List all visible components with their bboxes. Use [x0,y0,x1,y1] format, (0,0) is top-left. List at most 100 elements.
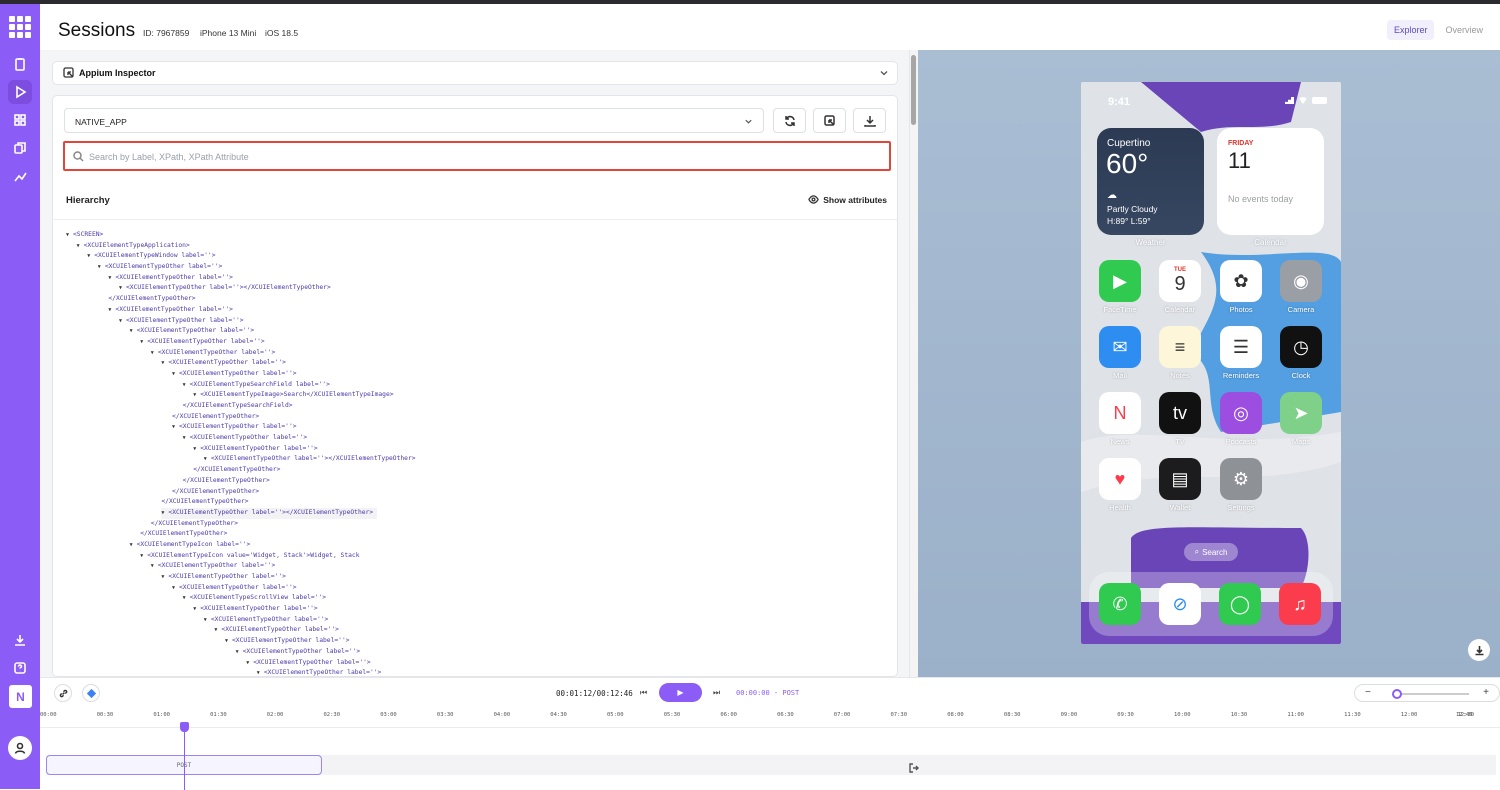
dock-app-messages[interactable]: ◯ [1219,583,1261,625]
tree-node[interactable]: ▼ <XCUIElementTypeOther label=''> [66,647,886,658]
tree-node[interactable]: </XCUIElementTypeOther> [66,519,886,530]
dock-app-safari[interactable]: ⊘ [1159,583,1201,625]
tree-node[interactable]: ▼ <XCUIElementTypeOther label=''> [66,337,886,348]
playhead-handle[interactable] [180,722,189,732]
tree-node[interactable]: ▼ <XCUIElementTypeOther label=''> [66,326,886,337]
tree-node[interactable]: ▼ <XCUIElementTypeOther label=''> [66,572,886,583]
device-screen[interactable]: 9:41 Cupertino 60° ☁ Partly Cloudy H:89°… [1081,82,1341,644]
inspector-selector[interactable]: Appium Inspector [52,61,898,85]
expand-arrow-icon[interactable]: ▼ [172,585,175,591]
tree-node[interactable]: ▼ <XCUIElementTypeSearchField label=''> [66,380,886,391]
tree-node[interactable]: ▼ <XCUIElementTypeOther label=''> [66,369,886,380]
expand-arrow-icon[interactable]: ▼ [87,253,90,259]
tree-node[interactable]: </XCUIElementTypeOther> [66,476,886,487]
tree-node[interactable]: </XCUIElementTypeOther> [66,529,886,540]
expand-arrow-icon[interactable]: ▼ [108,275,111,281]
tree-node[interactable]: </XCUIElementTypeOther> [66,294,886,305]
exit-icon[interactable] [909,760,919,773]
event-filter-button[interactable] [82,684,100,702]
link-button[interactable] [54,684,72,702]
download-screenshot-button[interactable] [1468,639,1490,661]
dock-app-music[interactable]: ♫ [1279,583,1321,625]
tree-node[interactable]: </XCUIElementTypeOther> [66,465,886,476]
app-icon-reminders[interactable]: ☰ [1220,326,1262,368]
tree-node[interactable]: ▼ <XCUIElementTypeOther label=''> [66,625,886,636]
tree-node[interactable]: ▼ <XCUIElementTypeIcon value='Widget, Sta… [66,551,886,562]
expand-arrow-icon[interactable]: ▼ [236,649,239,655]
app-icon-facetime[interactable]: ▶ [1099,260,1141,302]
expand-arrow-icon[interactable]: ▼ [204,617,207,623]
previous-button[interactable]: ⏮ [640,688,647,698]
expand-arrow-icon[interactable]: ▼ [161,510,164,516]
home-search-button[interactable]: ⌕ Search [1184,543,1238,561]
app-icon-photos[interactable]: ✿ [1220,260,1262,302]
clipboard-icon[interactable] [8,52,32,76]
expand-arrow-icon[interactable]: ▼ [108,307,111,313]
download-icon[interactable] [8,628,32,652]
expand-arrow-icon[interactable]: ▼ [119,285,122,291]
tab-overview[interactable]: Overview [1438,20,1490,40]
chart-icon[interactable] [8,164,32,188]
app-icon-camera[interactable]: ◉ [1280,260,1322,302]
tree-node[interactable]: ▼ <XCUIElementTypeOther label=''> [66,658,886,669]
tree-node[interactable]: ▼ <XCUIElementTypeOther label=''> [66,636,886,647]
expand-arrow-icon[interactable]: ▼ [130,328,133,334]
tree-node[interactable]: ▼ <XCUIElementTypeOther label=''> [66,604,886,615]
expand-arrow-icon[interactable]: ▼ [193,446,196,452]
scrollbar-thumb[interactable] [911,55,916,125]
tree-node[interactable]: ▼ <XCUIElementTypeOther label=''> [66,433,886,444]
play-button[interactable]: ▶ [659,683,702,702]
zoom-out-button[interactable]: − [1365,687,1371,698]
expand-arrow-icon[interactable]: ▼ [257,670,260,676]
expand-arrow-icon[interactable]: ▼ [204,456,207,462]
show-attributes-button[interactable]: Show attributes [808,194,887,205]
tree-node[interactable]: ▼ <XCUIElementTypeOther label=''> [66,444,886,455]
weather-widget[interactable]: Cupertino 60° ☁ Partly Cloudy H:89° L:59… [1097,128,1204,235]
expand-arrow-icon[interactable]: ▼ [130,542,133,548]
next-button[interactable]: ⏭ [713,688,720,698]
tree-node[interactable]: ▼ <XCUIElementTypeWindow label=''> [66,251,886,262]
app-icon-settings[interactable]: ⚙ [1220,458,1262,500]
app-icon-notes[interactable]: ≡ [1159,326,1201,368]
expand-arrow-icon[interactable]: ▼ [193,392,196,398]
tree-node[interactable]: ▼ <XCUIElementTypeOther label=''></XCUIEl… [66,507,886,519]
zoom-handle[interactable] [1392,689,1402,699]
tree-node[interactable]: </XCUIElementTypeOther> [66,497,886,508]
expand-arrow-icon[interactable]: ▼ [140,339,143,345]
expand-arrow-icon[interactable]: ▼ [77,243,80,249]
expand-arrow-icon[interactable]: ▼ [214,627,217,633]
tree-node[interactable]: ▼ <XCUIElementTypeOther label=''> [66,262,886,273]
tree-node[interactable]: </XCUIElementTypeOther> [66,412,886,423]
tree-node[interactable]: ▼ <XCUIElementTypeImage>Search</XCUIEleme… [66,390,886,401]
expand-arrow-icon[interactable]: ▼ [151,350,154,356]
tree-node[interactable]: ▼ <XCUIElementTypeOther label=''> [66,668,886,676]
expand-arrow-icon[interactable]: ▼ [183,435,186,441]
tab-explorer[interactable]: Explorer [1386,20,1435,40]
tree-node[interactable]: ▼ <XCUIElementTypeOther label=''> [66,358,886,369]
tree-node[interactable]: ▼ <XCUIElementTypeOther label=''> [66,615,886,626]
tree-node[interactable]: </XCUIElementTypeSearchField> [66,401,886,412]
expand-arrow-icon[interactable]: ▼ [151,563,154,569]
tree-node[interactable]: ▼ <XCUIElementTypeOther label=''> [66,305,886,316]
apps-grid-icon[interactable] [7,14,33,40]
calendar-widget[interactable]: FRIDAY 11 No events today [1217,128,1324,235]
download-source-button[interactable] [853,108,886,133]
app-icon-calendar[interactable]: TUE 9 [1159,260,1201,302]
timeline-ruler[interactable]: 00:00 00:30 01:00 01:30 02:00 02:30 03:00 03:30… [40,708,1500,728]
tree-node[interactable]: ▼ <XCUIElementTypeOther label=''></XCUIEl… [66,283,886,294]
help-icon[interactable] [8,656,32,680]
play-icon[interactable] [8,80,32,104]
expand-arrow-icon[interactable]: ▼ [66,232,69,238]
zoom-in-button[interactable]: + [1483,687,1489,698]
app-icon-wallet[interactable]: ▤ [1159,458,1201,500]
tree-node[interactable]: ▼ <SCREEN> [66,230,886,241]
expand-arrow-icon[interactable]: ▼ [172,371,175,377]
copy-icon[interactable] [8,136,32,160]
inspector-scrollbar[interactable] [910,50,918,677]
expand-arrow-icon[interactable]: ▼ [140,553,143,559]
expand-arrow-icon[interactable]: ▼ [161,574,164,580]
tree-node[interactable]: </XCUIElementTypeOther> [66,487,886,498]
app-icon-tv[interactable]: tv [1159,392,1201,434]
expand-arrow-icon[interactable]: ▼ [246,660,249,666]
search-input[interactable] [89,149,869,165]
